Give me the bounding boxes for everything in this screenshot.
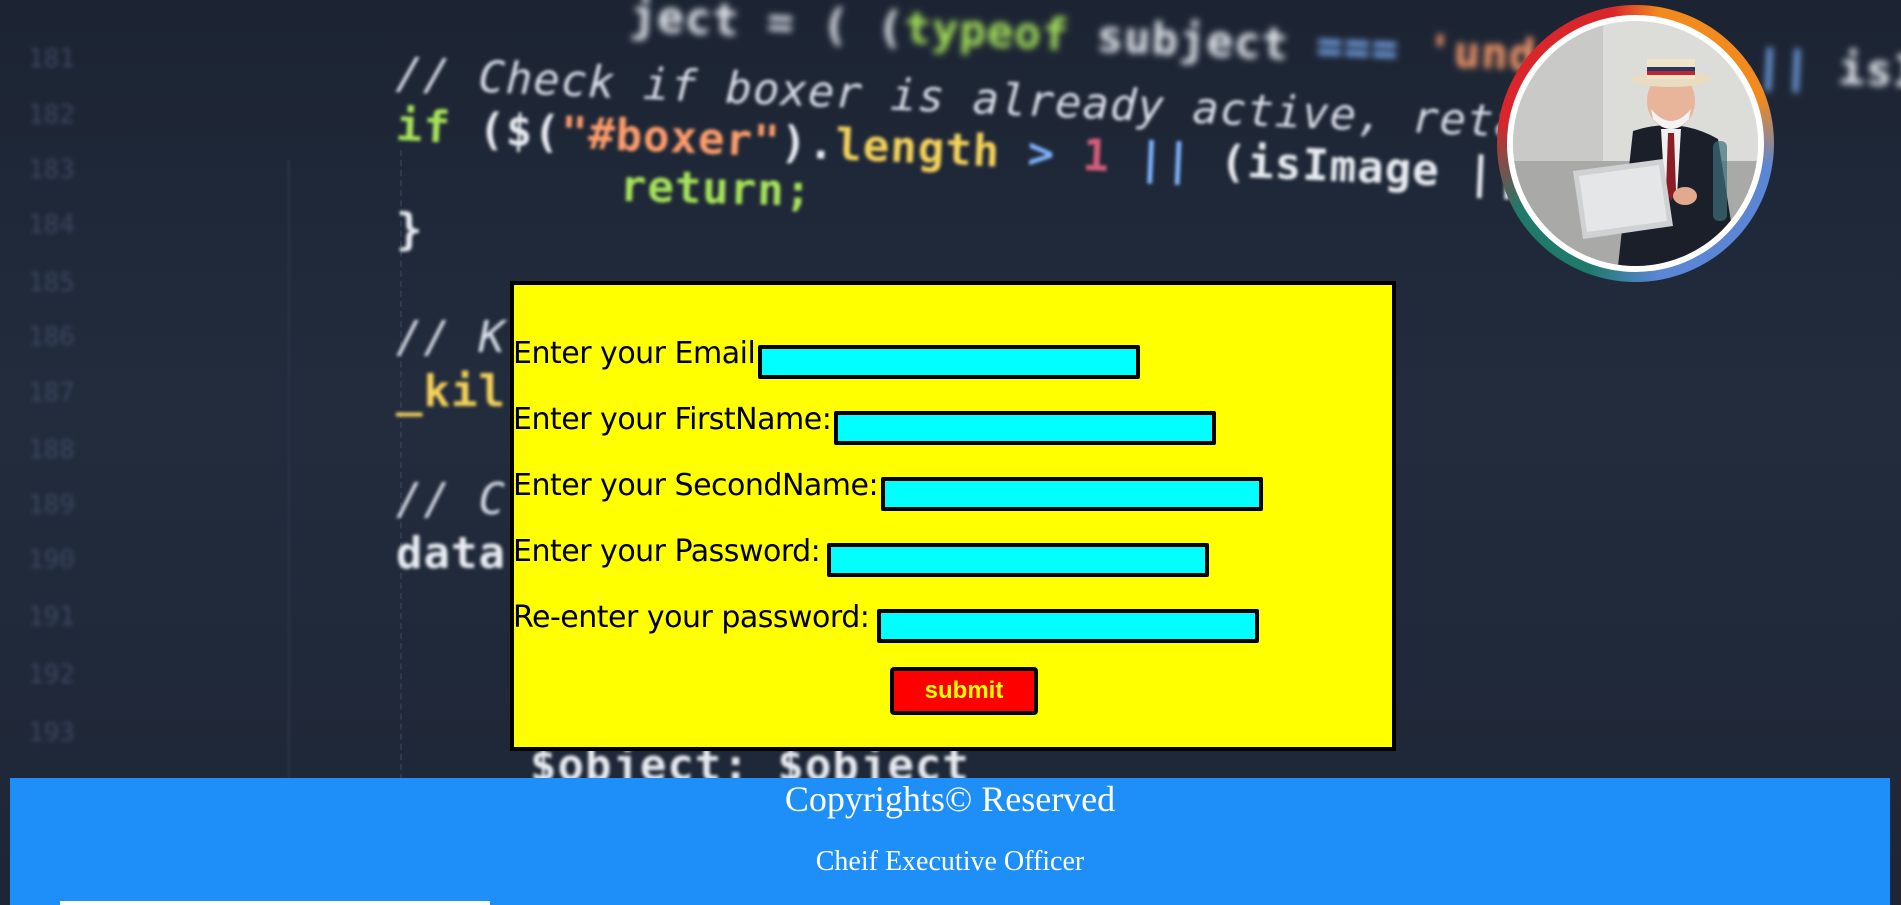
copyright-text: Copyrights© Reserved (784, 779, 1116, 819)
line-number: 186 (28, 322, 75, 352)
code-token: subject (1068, 10, 1318, 72)
code-token: // K (396, 312, 506, 363)
line-number: 183 (28, 155, 75, 185)
code-token: _kil (396, 366, 506, 417)
firstname-field[interactable] (834, 411, 1216, 445)
avatar (1507, 15, 1764, 272)
email-row: Enter your Email: (513, 336, 765, 371)
confirm-password-field[interactable] (877, 609, 1259, 643)
line-number: 190 (28, 545, 75, 575)
code-token: === (1315, 20, 1428, 77)
secondname-label: Enter your SecondName: (513, 468, 879, 503)
code-token: length (834, 119, 1002, 178)
code-line: } (396, 204, 424, 255)
confirm-password-row: Re-enter your password: (513, 600, 870, 635)
code-token: ject (518, 0, 769, 48)
code-line: data (396, 528, 506, 579)
line-number: 193 (28, 718, 75, 748)
code-line: _kil (396, 366, 506, 417)
line-number-gutter: 181 182 183 184 185 186 187 188 189 190 … (0, 0, 110, 905)
code-line: return; (509, 158, 813, 217)
firstname-label: Enter your FirstName: (513, 402, 832, 437)
avatar-photo (1513, 21, 1758, 266)
secondname-field[interactable] (881, 477, 1263, 511)
footer: Copyrights© Reserved Cheif Executive Off… (10, 778, 1890, 905)
code-token: isImage (1837, 43, 1901, 103)
line-number: 181 (28, 44, 75, 74)
email-label: Enter your Email: (513, 336, 765, 371)
code-token: ). (779, 116, 837, 171)
code-token: if (394, 100, 453, 154)
code-token: "#boxer" (559, 107, 782, 168)
password-label: Enter your Password: (513, 534, 821, 569)
password-field[interactable] (827, 543, 1209, 577)
code-token: || (1109, 131, 1222, 187)
password-row: Enter your Password: (513, 534, 821, 569)
footer-title: Cheif Executive Officer (815, 846, 1085, 877)
line-number: 187 (28, 378, 75, 408)
firstname-row: Enter your FirstName: (513, 402, 832, 437)
email-field[interactable] (758, 345, 1140, 379)
confirm-password-label: Re-enter your password: (513, 600, 870, 635)
line-number: 185 (28, 268, 75, 298)
line-number: 188 (28, 435, 75, 465)
code-token: typeof (903, 2, 1071, 61)
code-token: ($( (449, 102, 562, 159)
submit-button[interactable]: submit (890, 667, 1038, 715)
line-number: 192 (28, 660, 75, 690)
code-line: // C (396, 474, 506, 525)
code-token: 1 (1081, 130, 1112, 183)
line-number: 189 (28, 490, 75, 520)
man-with-laptop-image (1513, 21, 1758, 266)
code-token: > (999, 126, 1084, 181)
secondname-row: Enter your SecondName: (513, 468, 879, 503)
footer-strip (60, 901, 490, 905)
line-number: 191 (28, 602, 75, 632)
code-token: = ( ( (766, 0, 906, 54)
code-token: // C (396, 474, 506, 525)
avatar-ring (1497, 5, 1774, 282)
code-line: // K (396, 312, 506, 363)
line-number: 184 (28, 210, 75, 240)
code-token: } (396, 204, 424, 255)
code-token: return; (509, 158, 813, 217)
line-number: 182 (28, 100, 75, 130)
code-token: data (396, 528, 506, 579)
